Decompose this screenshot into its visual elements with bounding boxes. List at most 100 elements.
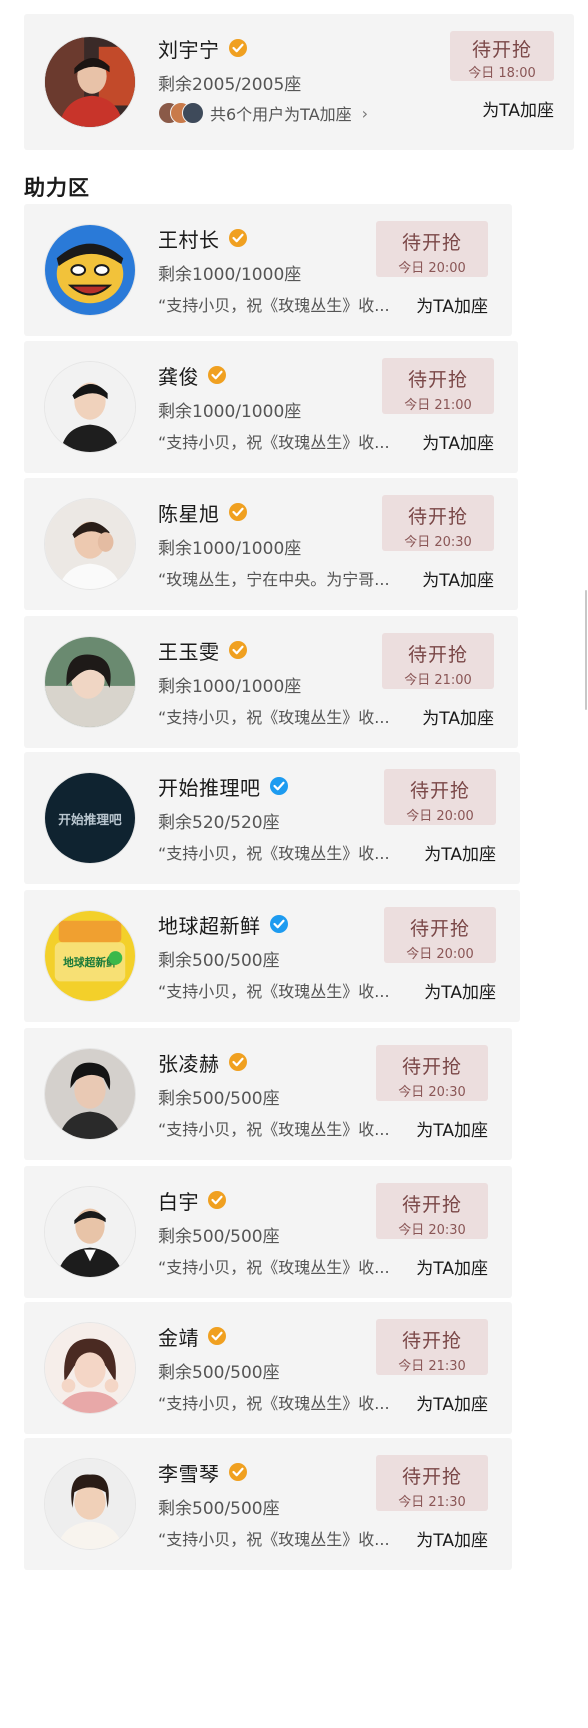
grab-button-label: 待开抢: [401, 1194, 462, 1216]
seats: 剩余500/500座: [158, 1227, 280, 1247]
verified-orange-badge-icon: [228, 1463, 247, 1481]
avatar[interactable]: [44, 1048, 136, 1140]
featured-seats: 剩余2005/2005座: [158, 75, 302, 95]
name: 李雪琴: [158, 1461, 220, 1486]
grab-button-label: 待开抢: [401, 1330, 462, 1352]
grab-button-label: 待开抢: [401, 1056, 462, 1078]
grab-button-time: 今日 21:00: [404, 398, 472, 413]
grab-button[interactable]: 待开抢今日 20:00: [376, 221, 488, 277]
add-seat-link[interactable]: 为TA加座: [416, 1526, 488, 1551]
grab-button-label: 待开抢: [401, 232, 462, 254]
avatar[interactable]: [44, 361, 136, 453]
seats: 剩余500/500座: [158, 1499, 280, 1519]
person-photo-icon: [45, 362, 135, 452]
verified-orange-badge-icon: [228, 503, 247, 521]
grab-button-time: 今日 21:30: [398, 1495, 466, 1510]
helper-card[interactable]: 白宇 剩余500/500座 “支持小贝，祝《玫瑰丛生》收... 待开抢今日 20…: [24, 1166, 512, 1298]
cartoon-avatar-icon: [45, 225, 135, 315]
add-seat-link[interactable]: 为TA加座: [482, 96, 554, 121]
grab-button[interactable]: 待开抢今日 21:00: [382, 633, 494, 689]
scrollbar[interactable]: [585, 590, 587, 710]
avatar[interactable]: [44, 1458, 136, 1550]
grab-button-time: 今日 20:00: [406, 947, 474, 962]
seats: 剩余1000/1000座: [158, 539, 302, 559]
person-photo-icon: [45, 37, 135, 127]
seats: 剩余500/500座: [158, 1363, 280, 1383]
message: “支持小贝，祝《玫瑰丛生》收...: [158, 844, 390, 863]
add-seat-link[interactable]: 为TA加座: [422, 566, 494, 591]
name: 地球超新鲜: [158, 913, 261, 938]
add-seat-link[interactable]: 为TA加座: [416, 1390, 488, 1415]
message: “支持小贝，祝《玫瑰丛生》收...: [158, 1258, 390, 1277]
message: “支持小贝，祝《玫瑰丛生》收...: [158, 296, 390, 315]
grab-button-label: 待开抢: [407, 369, 468, 391]
featured-name: 刘宇宁: [158, 37, 220, 62]
add-seat-link[interactable]: 为TA加座: [422, 429, 494, 454]
grab-button[interactable]: 待开抢 今日 21:30: [376, 1455, 488, 1511]
grab-button-time: 今日 18:00: [468, 66, 536, 81]
grab-button-time: 今日 20:00: [406, 809, 474, 824]
avatar[interactable]: [44, 1322, 136, 1414]
helper-card[interactable]: 地球超新鲜 地球超新鲜 剩余500/500座 “支持小贝，祝《玫瑰丛生》收...…: [24, 890, 520, 1022]
helper-card[interactable]: 李雪琴 剩余500/500座 “支持小贝，祝《玫瑰丛生》收... 待开抢 今日 2…: [24, 1438, 512, 1570]
add-seat-link[interactable]: 为TA加座: [416, 1116, 488, 1141]
grab-button[interactable]: 待开抢今日 21:30: [376, 1319, 488, 1375]
grab-button-label: 待开抢: [407, 644, 468, 666]
grab-button[interactable]: 待开抢今日 20:00: [384, 769, 496, 825]
avatar[interactable]: 开始推理吧: [44, 772, 136, 864]
add-seat-link[interactable]: 为TA加座: [416, 1254, 488, 1279]
helpers-text: 共6个用户为TA加座: [210, 105, 352, 124]
name: 王村长: [158, 227, 220, 252]
seats: 剩余520/520座: [158, 813, 280, 833]
helper-card[interactable]: 王玉雯 剩余1000/1000座 “支持小贝，祝《玫瑰丛生》收... 待开抢 今日…: [24, 616, 518, 748]
grab-button-time: 今日 20:00: [398, 261, 466, 276]
verified-orange-badge-icon: [228, 39, 247, 57]
helper-card[interactable]: 王村长 剩余1000/1000座 “支持小贝，祝《玫瑰丛生》收... 待开抢 今日…: [24, 204, 512, 336]
helper-card[interactable]: 陈星旭 剩余1000/1000座 “玫瑰丛生，宁在中央。为宁哥... 待开抢 今日…: [24, 478, 518, 610]
helper-card[interactable]: 金靖 剩余500/500座 “支持小贝，祝《玫瑰丛生》收... 待开抢 今日 21…: [24, 1302, 512, 1434]
helper-avatars: [158, 102, 206, 124]
verified-blue-badge-icon: [269, 915, 288, 933]
featured-card[interactable]: 刘宇宁 剩余2005/2005座 共6个用户为TA加座 › 待开抢 今日 18:…: [24, 14, 574, 150]
avatar[interactable]: [44, 498, 136, 590]
avatar[interactable]: [44, 224, 136, 316]
grab-button[interactable]: 待开抢 今日 20:00: [384, 907, 496, 963]
name: 白宇: [158, 1189, 199, 1214]
add-seat-link[interactable]: 为TA加座: [424, 978, 496, 1003]
message: “支持小贝，祝《玫瑰丛生》收...: [158, 1120, 390, 1139]
verified-orange-badge-icon: [208, 1327, 226, 1345]
helper-avatar: [182, 102, 204, 124]
add-seat-link[interactable]: 为TA加座: [424, 840, 496, 865]
add-seat-link[interactable]: 为TA加座: [422, 704, 494, 729]
verified-orange-badge-icon: [228, 1053, 247, 1071]
grab-button-label: 待开抢: [409, 780, 470, 802]
helper-card[interactable]: 张凌赫 剩余500/500座 “支持小贝，祝《玫瑰丛生》收... 待开抢 今日 2…: [24, 1028, 512, 1160]
verified-orange-badge-icon: [208, 1191, 226, 1209]
add-seat-link[interactable]: 为TA加座: [416, 292, 488, 317]
grab-button-time: 今日 20:30: [398, 1223, 466, 1238]
person-photo-icon: [45, 1459, 135, 1549]
section-title: 助力区: [24, 176, 90, 200]
grab-button-time: 今日 21:30: [398, 1359, 466, 1374]
verified-orange-badge-icon: [228, 641, 247, 659]
grab-button[interactable]: 待开抢 今日 20:30: [376, 1045, 488, 1101]
helper-card[interactable]: 开始推理吧 开始推理吧 剩余520/520座 “支持小贝，祝《玫瑰丛生》收...…: [24, 752, 520, 884]
verified-blue-badge-icon: [269, 777, 288, 795]
grab-button-time: 今日 21:00: [404, 673, 472, 688]
avatar[interactable]: [44, 636, 136, 728]
featured-avatar[interactable]: [44, 36, 136, 128]
message: “支持小贝，祝《玫瑰丛生》收...: [158, 982, 390, 1001]
grab-button-label: 待开抢: [407, 506, 468, 528]
avatar[interactable]: [44, 1186, 136, 1278]
person-photo-icon: [45, 1049, 135, 1139]
message: “支持小贝，祝《玫瑰丛生》收...: [158, 708, 390, 727]
grab-button[interactable]: 待开抢 今日 20:30: [382, 495, 494, 551]
avatar[interactable]: 地球超新鲜: [44, 910, 136, 1002]
grab-button[interactable]: 待开抢今日 20:30: [376, 1183, 488, 1239]
helpers-row[interactable]: 共6个用户为TA加座 ›: [158, 100, 368, 126]
grab-button[interactable]: 待开抢今日 21:00: [382, 358, 494, 414]
grab-button[interactable]: 待开抢 今日 18:00: [450, 31, 554, 81]
helper-card[interactable]: 龚俊 剩余1000/1000座 “支持小贝，祝《玫瑰丛生》收... 待开抢 今日 …: [24, 341, 518, 473]
message: “支持小贝，祝《玫瑰丛生》收...: [158, 433, 390, 452]
seats: 剩余1000/1000座: [158, 677, 302, 697]
